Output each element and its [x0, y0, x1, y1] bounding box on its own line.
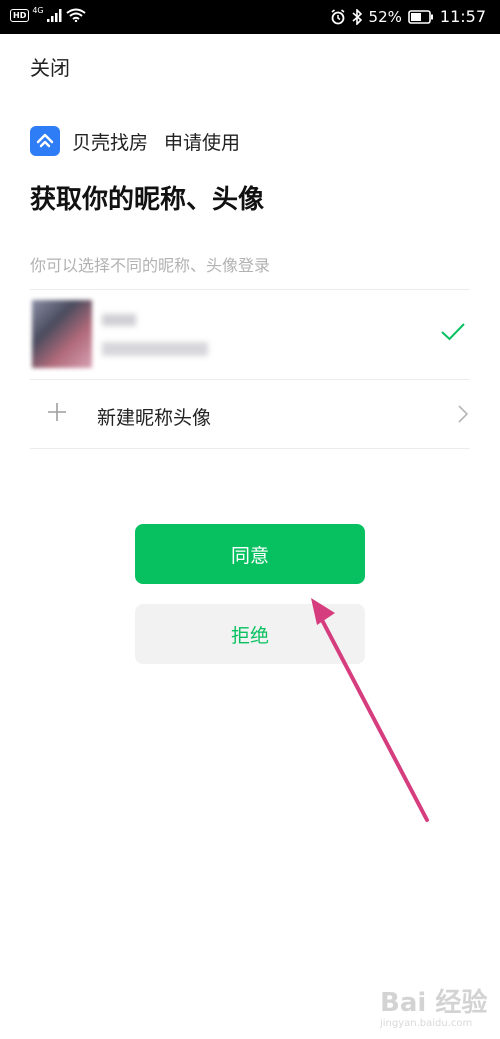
- annotation-arrow-icon: [311, 598, 429, 822]
- watermark-url: jingyan.baidu.com: [380, 1018, 473, 1029]
- watermark-logo: Bai 经验: [380, 988, 488, 1018]
